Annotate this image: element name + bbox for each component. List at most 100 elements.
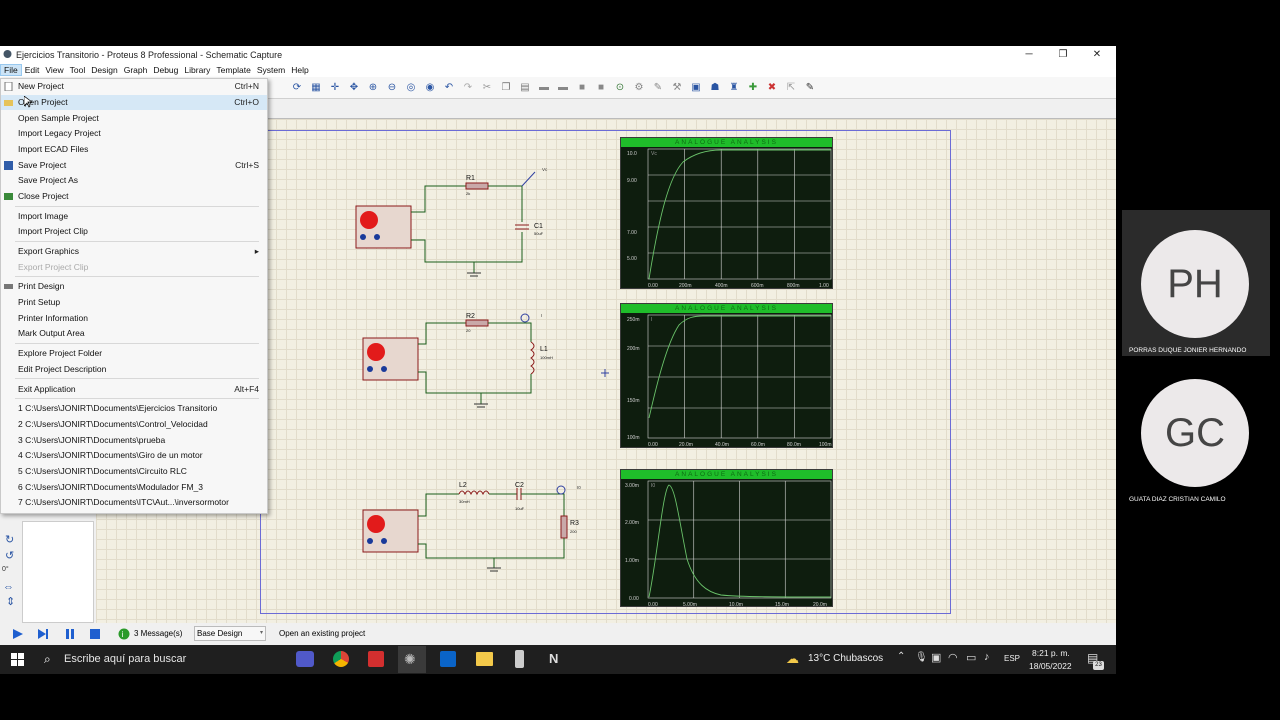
svg-text:I0: I0: [651, 483, 655, 489]
analog-graph-2[interactable]: ANALOGUE ANALYSIS 250m 200m 150m 100m I 0.…: [620, 303, 833, 448]
stop-icon[interactable]: [89, 628, 101, 642]
menu-item-mark-output[interactable]: Mark Output Area: [1, 326, 267, 341]
recent-file-4[interactable]: 4 C:\Users\JONIRT\Documents\Giro de un m…: [1, 448, 267, 463]
label-c2-value: 10uF: [515, 506, 525, 511]
svg-text:600m: 600m: [751, 283, 764, 289]
svg-text:0.00: 0.00: [648, 283, 658, 289]
probe-i0: I0: [577, 485, 581, 490]
recent-file-6[interactable]: 6 C:\Users\JONIRT\Documents\Modulador FM…: [1, 480, 267, 495]
participant-name-2: GUATA DIAZ CRISTIAN CAMILO: [1129, 496, 1226, 503]
submenu-arrow-icon: ▸: [254, 246, 259, 256]
usb-app-icon[interactable]: [515, 650, 524, 668]
menu-item-exit[interactable]: Exit Application Alt+F4: [1, 382, 267, 397]
svg-text:250m: 250m: [627, 317, 640, 323]
chevron-up-icon[interactable]: ⌃: [897, 651, 905, 662]
recent-file-3[interactable]: 3 C:\Users\JONIRT\Documents\prueba: [1, 433, 267, 448]
weather-text[interactable]: 13°C Chubascos: [808, 653, 883, 664]
menu-item-printer-info[interactable]: Printer Information: [1, 311, 267, 326]
svg-text:400m: 400m: [715, 283, 728, 289]
svg-text:60.0m: 60.0m: [751, 442, 765, 448]
generator-2-dial: [367, 343, 385, 361]
messages-count[interactable]: 3 Message(s): [134, 629, 182, 638]
menu-item-export-graphics[interactable]: Export Graphics ▸: [1, 244, 267, 259]
label-c2: C2: [515, 482, 524, 489]
menu-item-import-legacy[interactable]: Import Legacy Project: [1, 126, 267, 141]
svg-text:2.00m: 2.00m: [625, 520, 639, 526]
menu-item-close-project[interactable]: Close Project: [1, 189, 267, 204]
svg-text:200m: 200m: [679, 283, 692, 289]
label-r3-value: 200: [570, 529, 577, 534]
svg-text:10.0: 10.0: [627, 151, 637, 157]
menu-item-print-design[interactable]: Print Design: [1, 279, 267, 294]
step-icon[interactable]: [36, 628, 50, 642]
windows-taskbar: ⌕ Escribe aquí para buscar ✺ N ☁ 13°C Ch…: [0, 645, 1116, 674]
menu-item-import-image[interactable]: Import Image: [1, 209, 267, 224]
menu-item-explore-folder[interactable]: Explore Project Folder: [1, 346, 267, 361]
battery-icon[interactable]: ▭: [966, 651, 976, 664]
label-r1-value: 2k: [466, 191, 470, 196]
camera-icon[interactable]: ▣: [931, 651, 941, 664]
menu-item-print-setup[interactable]: Print Setup: [1, 295, 267, 310]
file-menu-dropdown: New Project Ctrl+N Open Project Ctrl+O Ope…: [0, 78, 268, 514]
status-hint: Open an existing project: [279, 629, 366, 638]
clock-date[interactable]: 18/05/2022: [1029, 661, 1072, 671]
layer-select[interactable]: Base Design ▾: [194, 626, 266, 641]
search-icon: ⌕: [44, 652, 51, 666]
avatar: PH: [1141, 230, 1249, 338]
menu-item-import-clip[interactable]: Import Project Clip: [1, 224, 267, 239]
analog-graph-3[interactable]: ANALOGUE ANALYSIS 3.00m 2.00m 1.00m 0.00 I…: [620, 469, 833, 608]
svg-text:100m: 100m: [819, 442, 832, 448]
generator-1-dial: [360, 211, 378, 229]
windows-start-icon[interactable]: [11, 653, 24, 668]
menu-item-open-sample[interactable]: Open Sample Project: [1, 111, 267, 126]
menu-item-save-as[interactable]: Save Project As: [1, 173, 267, 188]
label-c1-value: 50uF: [534, 231, 544, 236]
svg-text:7.00: 7.00: [627, 230, 637, 236]
file-explorer-icon[interactable]: [476, 652, 493, 666]
svg-text:100m: 100m: [627, 435, 640, 441]
recent-file-2[interactable]: 2 C:\Users\JONIRT\Documents\Control_Velo…: [1, 417, 267, 432]
n-app-icon[interactable]: N: [549, 651, 558, 666]
recent-file-1[interactable]: 1 C:\Users\JONIRT\Documents\Ejercicios T…: [1, 401, 267, 416]
menu-item-import-ecad[interactable]: Import ECAD Files: [1, 142, 267, 157]
pause-icon[interactable]: [64, 628, 76, 642]
label-r3: R3: [570, 520, 579, 527]
wifi-icon[interactable]: ◠: [948, 651, 958, 664]
taskbar-search-input[interactable]: Escribe aquí para buscar: [64, 653, 186, 665]
label-l1-value: 100mH: [540, 355, 553, 360]
play-icon[interactable]: [11, 628, 25, 642]
recent-file-7[interactable]: 7 C:\Users\JONIRT\Documents\ITC\Aut...\i…: [1, 495, 267, 510]
resistor-r2: [465, 319, 489, 327]
label-r2-value: 20: [466, 328, 471, 333]
resistor-r3: [560, 515, 568, 539]
proteus-app-taskbar-glyph: ✺: [404, 651, 416, 667]
clock-time[interactable]: 8:21 p. m.: [1032, 648, 1070, 658]
menu-item-save-project[interactable]: Save Project Ctrl+S: [1, 158, 267, 173]
acrobat-icon[interactable]: [368, 651, 384, 667]
svg-text:1.00m: 1.00m: [625, 558, 639, 564]
svg-text:800m: 800m: [787, 283, 800, 289]
status-bar: i 3 Message(s) Base Design ▾ Open an exi…: [0, 623, 1116, 645]
menu-separator: [15, 343, 259, 344]
svg-text:10.0m: 10.0m: [729, 602, 743, 608]
teams-icon[interactable]: [296, 651, 314, 667]
chrome-icon[interactable]: [333, 651, 349, 667]
menu-separator: [15, 276, 259, 277]
menu-item-export-clip: Export Project Clip: [18, 262, 89, 272]
graph-2-title: ANALOGUE ANALYSIS: [621, 304, 832, 313]
label-l2-value: 30mH: [459, 499, 470, 504]
svg-text:0.00: 0.00: [648, 442, 658, 448]
graph-1-title: ANALOGUE ANALYSIS: [621, 138, 832, 147]
volume-icon[interactable]: ♪: [984, 651, 990, 663]
microphone-icon[interactable]: 🎙: [915, 652, 928, 663]
analog-graph-1[interactable]: ANALOGUE ANALYSIS 10.0 9.00 7.00 5.00 Vc 0…: [620, 137, 833, 289]
outlook-icon[interactable]: [440, 651, 456, 667]
menu-separator: [15, 378, 259, 379]
svg-text:200m: 200m: [627, 346, 640, 352]
circuit-rc: [355, 171, 536, 277]
recent-file-5[interactable]: 5 C:\Users\JONIRT\Documents\Circuito RLC: [1, 464, 267, 479]
menu-item-open-project[interactable]: Open Project Ctrl+O: [1, 95, 267, 110]
menu-item-edit-description[interactable]: Edit Project Description: [1, 362, 267, 377]
language-indicator[interactable]: ESP: [1004, 654, 1020, 663]
menu-item-new-project[interactable]: New Project Ctrl+N: [1, 79, 267, 94]
